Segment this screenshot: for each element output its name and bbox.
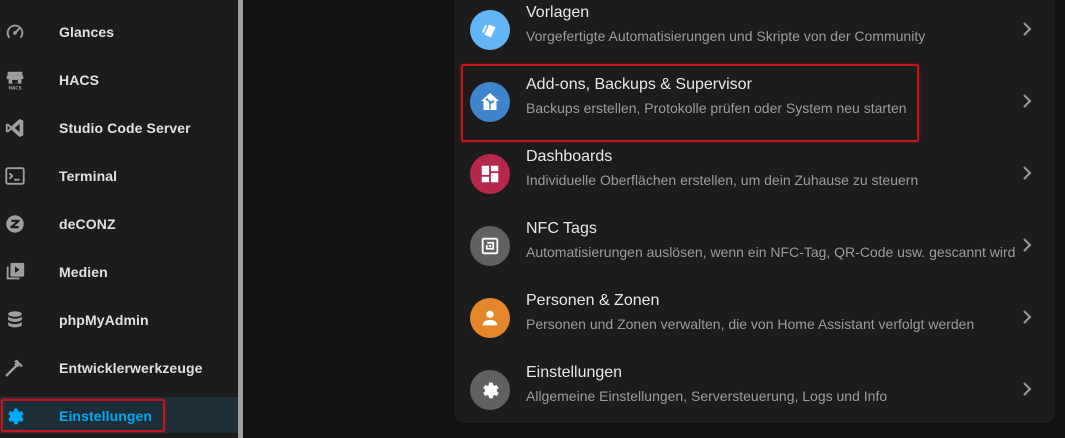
chevron-right-icon [1023,310,1032,324]
gear-icon [8,408,24,425]
home-assistant-avatar [470,82,510,122]
nfc-avatar [470,226,510,266]
row-title: Personen & Zonen [526,292,660,309]
sidebar-item-label: Glances [59,24,115,40]
row-description: Personen und Zonen verwalten, die von Ho… [526,316,975,332]
vscode-icon [5,118,24,138]
home-assistant-icon [481,93,499,110]
sidebar: Glances HACS HACS Studio Code Server Ter… [0,0,238,438]
gear-icon [483,382,499,399]
row-title: Add-ons, Backups & Supervisor [526,76,752,93]
gear-avatar [470,370,510,410]
svg-text:HACS: HACS [9,86,22,91]
dashboard-icon [481,165,499,183]
blueprint-icon [482,24,496,38]
settings-row-nfc-tags[interactable]: NFC Tags Automatisierungen auslösen, wen… [454,210,1055,282]
chevron-right-icon [1023,22,1032,36]
sidebar-item-deconz[interactable]: deCONZ [0,205,238,241]
settings-row-einstellungen[interactable]: Einstellungen Allgemeine Einstellungen, … [454,354,1055,426]
speedometer-icon [6,24,24,39]
sidebar-item-label: Entwicklerwerkzeuge [59,360,203,376]
row-title: Vorlagen [526,4,590,21]
settings-row-dashboards[interactable]: Dashboards Individuelle Oberflächen erst… [454,138,1055,210]
sidebar-item-terminal[interactable]: Terminal [0,157,238,193]
sidebar-item-label: Einstellungen [59,408,153,424]
settings-row-vorlagen[interactable]: Vorlagen Vorgefertigte Automatisierungen… [454,0,1055,66]
sidebar-item-label: phpMyAdmin [59,312,149,328]
chevron-right-icon [1023,166,1032,180]
row-description: Backups erstellen, Protokolle prüfen ode… [526,100,907,116]
person-icon [482,310,498,326]
row-description: Vorgefertigte Automatisierungen und Skri… [526,28,926,44]
row-title: Dashboards [526,148,613,165]
sidebar-item-studio-code-server[interactable]: Studio Code Server [0,109,238,145]
blueprint-avatar [470,10,510,50]
sidebar-item-label: Terminal [59,168,118,184]
chevron-right-icon [1023,382,1032,396]
sidebar-item-label: Medien [59,264,108,280]
sidebar-item-glances[interactable]: Glances [0,13,238,49]
row-title: NFC Tags [526,220,597,237]
terminal-icon [5,167,25,185]
chevron-right-icon [1023,238,1032,252]
row-description: Automatisierungen auslösen, wenn ein NFC… [526,244,1016,260]
dashboard-avatar [470,154,510,194]
deconz-icon [6,215,24,233]
person-avatar [470,298,510,338]
hammer-icon [5,359,23,377]
nfc-icon [481,237,499,255]
sidebar-item-label: HACS [59,72,100,88]
row-description: Individuelle Oberflächen erstellen, um d… [526,172,919,188]
settings-row-addons-backups-supervisor[interactable]: Add-ons, Backups & Supervisor Backups er… [454,66,1055,138]
sidebar-item-label: Studio Code Server [59,120,191,136]
sidebar-item-entwicklerwerkzeuge[interactable]: Entwicklerwerkzeuge [0,349,238,385]
row-title: Einstellungen [526,364,623,381]
hacs-store-icon: HACS [6,71,24,91]
sidebar-item-medien[interactable]: Medien [0,253,238,289]
sidebar-item-phpmyadmin[interactable]: phpMyAdmin [0,301,238,337]
settings-row-personen-zonen[interactable]: Personen & Zonen Personen und Zonen verw… [454,282,1055,354]
sidebar-item-einstellungen[interactable]: Einstellungen [0,397,238,433]
row-description: Allgemeine Einstellungen, Serversteuerun… [526,388,888,404]
sidebar-item-label: deCONZ [59,216,116,232]
database-icon [8,311,22,328]
media-icon [6,262,25,280]
chevron-right-icon [1023,94,1032,108]
sidebar-item-hacs[interactable]: HACS HACS [0,61,238,97]
